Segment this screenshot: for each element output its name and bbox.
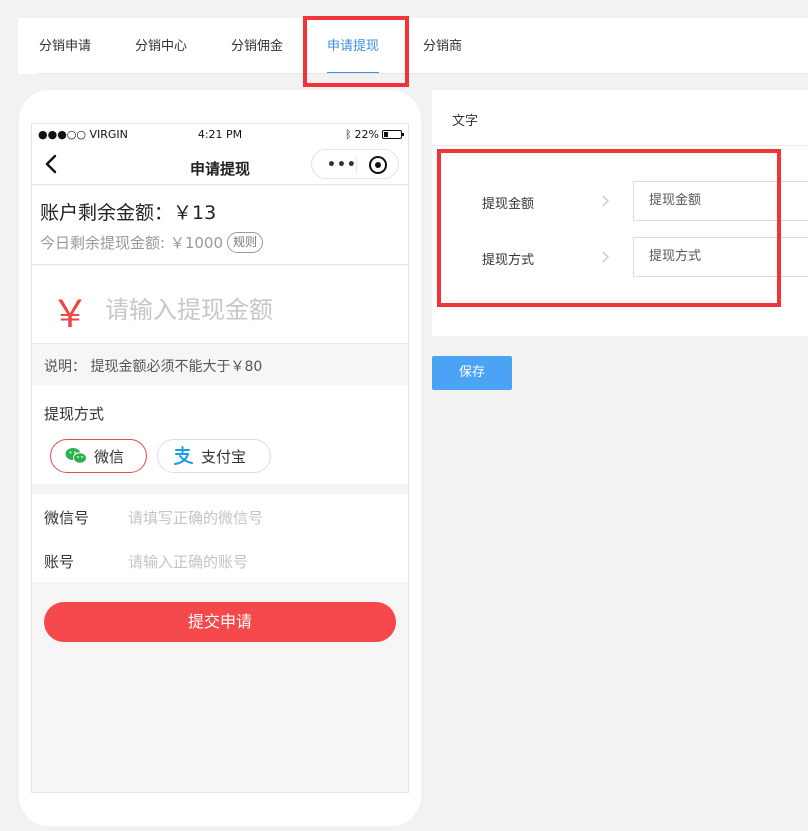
account-balance: 账户剩余金额：￥13 xyxy=(40,202,217,224)
panel-title: 文字 xyxy=(452,114,479,129)
yen-icon: ￥ xyxy=(51,292,90,336)
battery-percent: 22% xyxy=(354,128,379,141)
alipay-option-button[interactable]: 支付宝 xyxy=(157,439,271,473)
today-limit-text: 今日剩余提现金额: ￥1000 xyxy=(40,234,223,252)
account-label: 账号 xyxy=(44,553,75,571)
setting-row-method: 提现方式 提现方式 xyxy=(432,237,808,277)
phone-screen: ●●●○○ VIRGIN 4:21 PM ᛒ 22% 申请提现 ••• 账户剩余… xyxy=(31,123,409,793)
more-dots-icon[interactable]: ••• xyxy=(327,158,357,172)
wechat-id-row: 微信号 请填写正确的微信号 xyxy=(32,494,408,538)
amount-input[interactable]: 请输入提现金额 xyxy=(105,290,273,325)
chevron-right-icon xyxy=(602,251,609,263)
tab-distribution-center[interactable]: 分销中心 xyxy=(135,18,187,74)
setting-label-amount: 提现金额 xyxy=(482,197,535,212)
bluetooth-icon: ᛒ xyxy=(344,128,352,141)
save-button[interactable]: 保存 xyxy=(432,356,512,390)
balance-section: 账户剩余金额：￥13 今日剩余提现金额: ￥1000 规则 xyxy=(32,186,408,265)
setting-input-amount[interactable]: 提现金额 xyxy=(633,181,808,221)
wechat-option-label: 微信 xyxy=(94,447,125,466)
alipay-icon xyxy=(174,446,193,465)
method-title: 提现方式 xyxy=(44,405,105,423)
setting-label-method: 提现方式 xyxy=(482,253,535,268)
close-target-icon[interactable] xyxy=(369,156,387,174)
status-bar: ●●●○○ VIRGIN 4:21 PM ᛒ 22% xyxy=(32,124,408,144)
tab-distributor[interactable]: 分销商 xyxy=(423,18,462,74)
battery-icon xyxy=(382,130,404,139)
amount-input-row[interactable]: ￥ 请输入提现金额 xyxy=(32,266,408,344)
wechat-id-input[interactable]: 请填写正确的微信号 xyxy=(128,507,263,528)
wechat-option-button[interactable]: 微信 xyxy=(50,439,147,473)
account-row: 账号 请输入正确的账号 xyxy=(32,538,408,582)
phone-preview: ●●●○○ VIRGIN 4:21 PM ᛒ 22% 申请提现 ••• 账户剩余… xyxy=(19,90,421,826)
rule-button[interactable]: 规则 xyxy=(227,232,264,253)
withdraw-method-section: 提现方式 微信 支付宝 xyxy=(32,385,408,484)
today-limit: 今日剩余提现金额: ￥1000 规则 xyxy=(40,232,264,253)
wechat-icon xyxy=(65,448,87,464)
tab-distribution-commission[interactable]: 分销佣金 xyxy=(231,18,283,74)
withdraw-note: 说明： 提现金额必须不能大于￥80 xyxy=(44,359,263,375)
tab-apply-withdraw[interactable]: 申请提现 xyxy=(327,18,380,74)
text-settings-panel: 文字 提现金额 提现金额 提现方式 提现方式 xyxy=(432,90,808,336)
panel-divider xyxy=(432,145,808,146)
wechat-id-label: 微信号 xyxy=(44,509,90,527)
mini-nav-bar: 申请提现 ••• xyxy=(32,144,408,185)
mini-capsule: ••• xyxy=(311,149,399,179)
account-input[interactable]: 请输入正确的账号 xyxy=(128,551,248,572)
setting-input-method[interactable]: 提现方式 xyxy=(633,237,808,277)
capsule-divider xyxy=(356,157,357,173)
top-tab-bar: 分销申请 分销中心 分销佣金 申请提现 分销商 xyxy=(18,18,808,74)
submit-application-button[interactable]: 提交申请 xyxy=(44,602,396,642)
account-fields: 微信号 请填写正确的微信号 账号 请输入正确的账号 xyxy=(32,494,408,582)
status-right: ᛒ 22% xyxy=(344,128,404,141)
setting-row-amount: 提现金额 提现金额 xyxy=(432,181,808,221)
alipay-option-label: 支付宝 xyxy=(201,447,247,466)
chevron-right-icon xyxy=(602,195,609,207)
tab-distribution-apply[interactable]: 分销申请 xyxy=(39,18,91,74)
tab-divider xyxy=(38,73,808,74)
